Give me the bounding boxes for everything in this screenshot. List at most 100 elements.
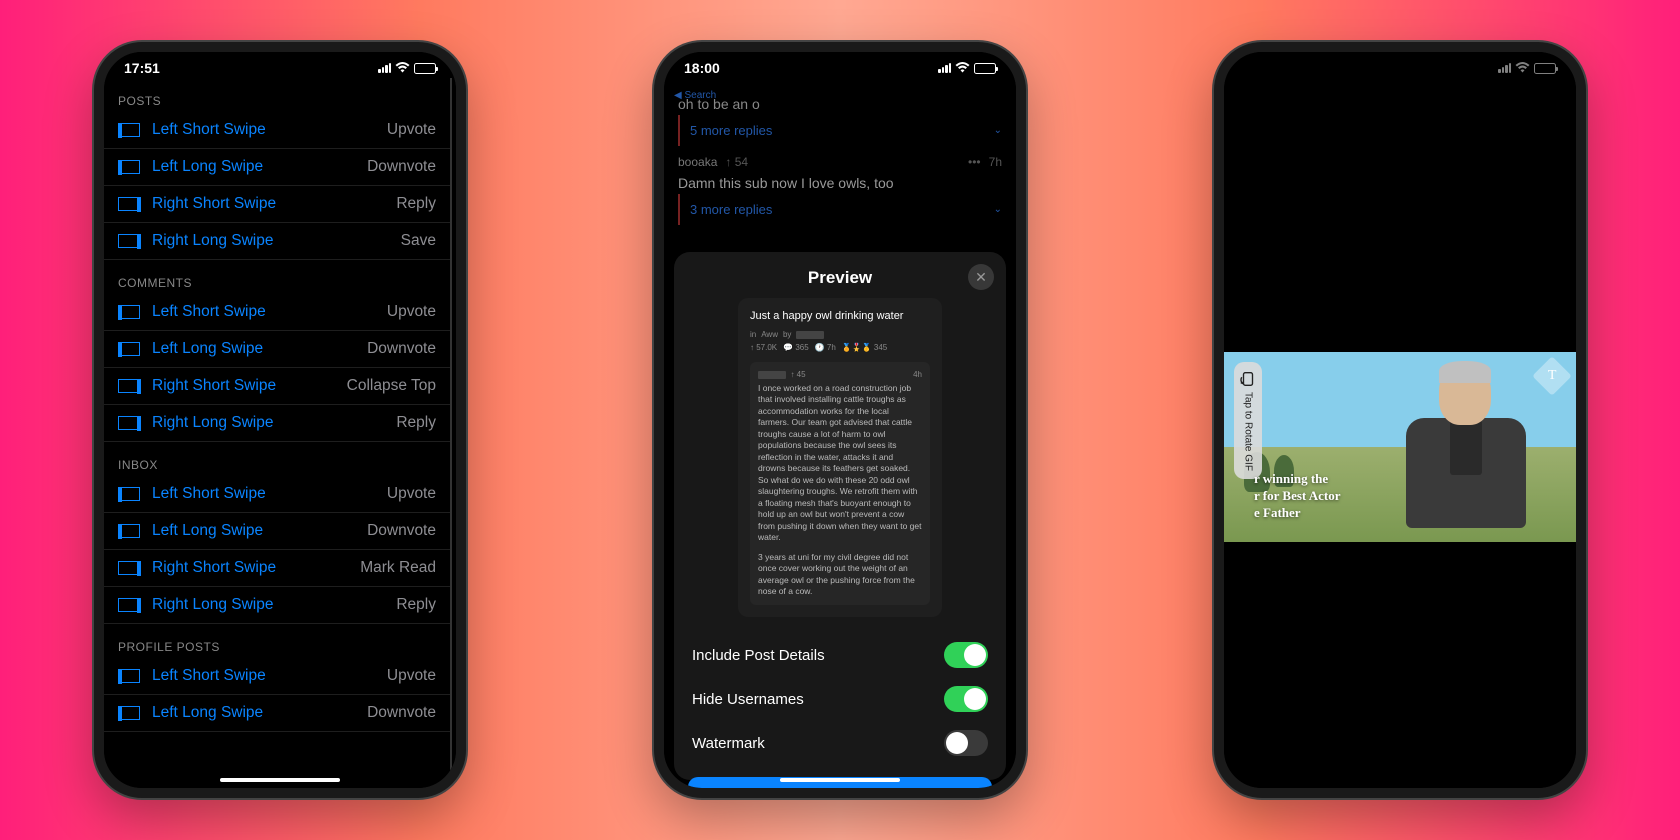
preview-sheet: Preview ✕ Just a happy owl drinking wate…	[674, 252, 1006, 780]
row-value: Reply	[396, 596, 436, 614]
swipe-setting-row[interactable]: Right Long Swipe Save	[104, 223, 450, 260]
swipe-left-icon	[118, 706, 140, 720]
swipe-left-icon	[118, 160, 140, 174]
row-value: Downvote	[367, 704, 436, 722]
preview-comment: ↑ 45 4h I once worked on a road construc…	[750, 362, 930, 605]
swipe-setting-row[interactable]: Right Short Swipe Mark Read	[104, 550, 450, 587]
signal-icon	[938, 63, 951, 73]
section-header: PROFILE POSTS	[104, 624, 450, 658]
close-button[interactable]: ✕	[968, 264, 994, 290]
row-label: Left Short Swipe	[152, 667, 266, 685]
redacted-username	[796, 331, 824, 339]
swipe-right-icon	[118, 561, 140, 575]
row-value: Upvote	[387, 303, 436, 321]
swipe-left-icon	[118, 669, 140, 683]
swipe-left-icon	[118, 123, 140, 137]
row-value: Reply	[396, 195, 436, 213]
notch	[200, 52, 360, 78]
swipe-left-icon	[118, 524, 140, 538]
row-label: Left Short Swipe	[152, 485, 266, 503]
row-value: Collapse Top	[347, 377, 436, 395]
more-replies-link[interactable]: 5 more replies⌄	[678, 115, 1002, 146]
row-label: Left Long Swipe	[152, 340, 263, 358]
row-label: Left Short Swipe	[152, 121, 266, 139]
swipe-setting-row[interactable]: Right Short Swipe Reply	[104, 186, 450, 223]
swipe-setting-row[interactable]: Right Long SwipeReply	[104, 587, 450, 624]
row-value: Downvote	[367, 340, 436, 358]
comment-body: I once worked on a road construction job…	[758, 383, 922, 544]
swipe-left-icon	[118, 487, 140, 501]
wifi-icon	[955, 60, 970, 76]
bg-text: oh to be an o	[678, 96, 1002, 112]
toggle-switch[interactable]	[944, 686, 988, 712]
swipe-setting-row[interactable]: Left Long Swipe Downvote	[104, 513, 450, 550]
section-header: INBOX	[104, 442, 450, 476]
home-indicator[interactable]	[220, 778, 340, 782]
swipe-setting-row[interactable]: Left Long Swipe Downvote	[104, 331, 450, 368]
row-label: Left Long Swipe	[152, 522, 263, 540]
signal-icon	[1498, 63, 1511, 73]
row-label: Left Long Swipe	[152, 704, 263, 722]
dimmed-background: oh to be an o 5 more replies⌄ booaka ↑ 5…	[664, 78, 1016, 225]
swipe-right-icon	[118, 416, 140, 430]
section-header: COMMENTS	[104, 260, 450, 294]
toggle-label: Hide Usernames	[692, 691, 804, 708]
battery-icon	[414, 63, 436, 74]
phone-video: Tap to Rotate GIF T r winning the r for …	[1214, 42, 1586, 798]
row-label: Right Short Swipe	[152, 195, 276, 213]
row-value: Downvote	[367, 522, 436, 540]
preview-card: Just a happy owl drinking water in Aww b…	[738, 298, 942, 617]
toggle-switch[interactable]	[944, 642, 988, 668]
swipe-setting-row[interactable]: Left Short SwipeUpvote	[104, 476, 450, 513]
battery-icon	[1534, 63, 1556, 74]
battery-icon	[974, 63, 996, 74]
notch	[1320, 52, 1480, 78]
bg-username[interactable]: booaka	[678, 155, 717, 169]
swipe-setting-row[interactable]: Left Long Swipe Downvote	[104, 149, 450, 186]
swipe-setting-row[interactable]: Left Short SwipeUpvote	[104, 294, 450, 331]
toggle-row: Watermark	[688, 721, 992, 765]
toggle-label: Watermark	[692, 735, 765, 752]
swipe-setting-row[interactable]: Left Long Swipe Downvote	[104, 695, 450, 732]
swipe-setting-row[interactable]: Right Short Swipe Collapse Top	[104, 368, 450, 405]
comment-body: 3 years at uni for my civil degree did n…	[758, 552, 922, 598]
row-value: Downvote	[367, 158, 436, 176]
swipe-left-icon	[118, 305, 140, 319]
swipe-right-icon	[118, 197, 140, 211]
toggle-label: Include Post Details	[692, 647, 825, 664]
row-label: Right Long Swipe	[152, 414, 274, 432]
wifi-icon	[395, 60, 410, 76]
phone-settings: 17:51 POSTSLeft Short SwipeUpvoteLeft Lo…	[94, 42, 466, 798]
row-label: Right Short Swipe	[152, 377, 276, 395]
settings-list[interactable]: POSTSLeft Short SwipeUpvoteLeft Long Swi…	[104, 78, 452, 784]
row-value: Reply	[396, 414, 436, 432]
video-caption: r winning the r for Best Actor e Father	[1254, 471, 1341, 522]
row-label: Left Long Swipe	[152, 158, 263, 176]
notch	[760, 52, 920, 78]
swipe-setting-row[interactable]: Left Short Swipe Upvote	[104, 658, 450, 695]
more-replies-link[interactable]: 3 more replies⌄	[678, 194, 1002, 225]
preview-post-title: Just a happy owl drinking water	[750, 310, 930, 322]
row-value: Mark Read	[360, 559, 436, 577]
row-value: Upvote	[387, 667, 436, 685]
signal-icon	[378, 63, 391, 73]
chevron-down-icon: ⌄	[994, 204, 1002, 215]
phone-share-preview: 18:00 ◀ Search oh to be an o 5 more repl…	[654, 42, 1026, 798]
swipe-right-icon	[118, 379, 140, 393]
swipe-setting-row[interactable]: Left Short Swipe Upvote	[104, 112, 450, 149]
row-value: Save	[401, 232, 436, 250]
swipe-left-icon	[118, 342, 140, 356]
video-frame[interactable]: Tap to Rotate GIF T r winning the r for …	[1224, 352, 1576, 542]
toggle-row: Hide Usernames	[688, 677, 992, 721]
toggle-switch[interactable]	[944, 730, 988, 756]
back-to-search[interactable]: ◀ Search	[674, 90, 716, 101]
row-label: Right Long Swipe	[152, 232, 274, 250]
swipe-setting-row[interactable]: Right Long Swipe Reply	[104, 405, 450, 442]
status-time: 17:51	[124, 60, 160, 76]
home-indicator[interactable]	[780, 778, 900, 782]
row-value: Upvote	[387, 121, 436, 139]
preview-stats: ↑ 57.0K 💬 365 🕐 7h 🏅🎖️🥇 345	[750, 343, 930, 352]
rotate-gif-button[interactable]: Tap to Rotate GIF	[1234, 362, 1262, 479]
person-figure	[1391, 358, 1541, 533]
row-label: Right Short Swipe	[152, 559, 276, 577]
